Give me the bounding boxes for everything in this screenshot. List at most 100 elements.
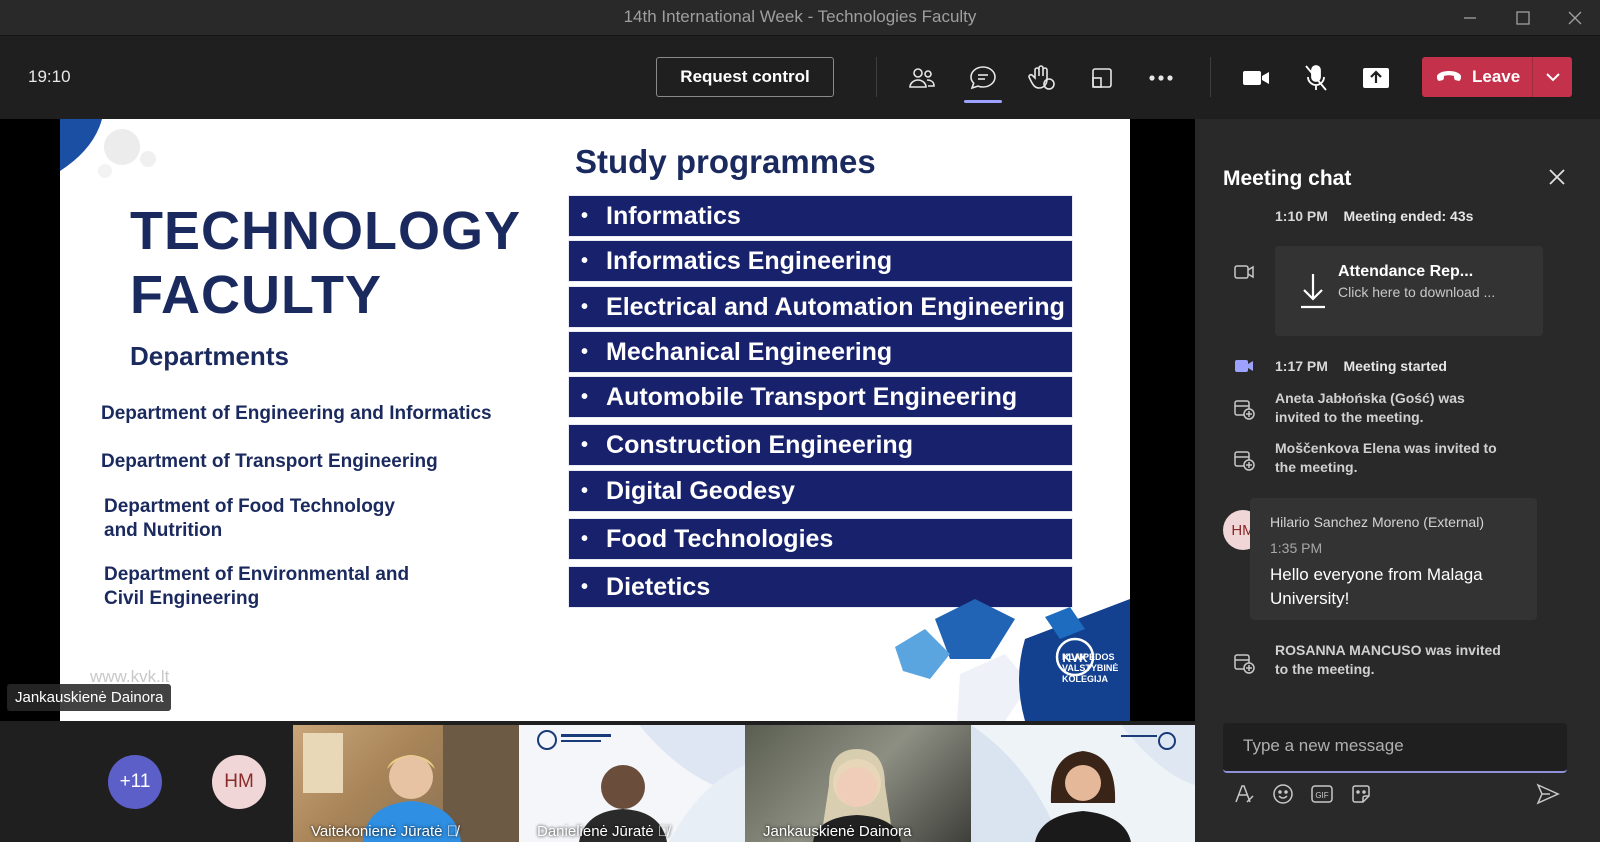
compose-box[interactable] [1223,723,1567,773]
chat-icon[interactable] [964,59,1002,97]
format-icon[interactable] [1231,781,1257,807]
participants-icon[interactable] [903,59,941,97]
participant-name: Vaitekonienė Jūratė 🎙̸ [311,823,458,840]
event-time: 1:10 PM [1275,208,1328,223]
gif-icon[interactable]: GIF [1309,781,1335,807]
event-text: Meeting started [1343,358,1447,374]
more-participants-button[interactable]: +11 [108,755,162,809]
camera-icon[interactable] [1237,59,1275,97]
bullet: • [581,575,589,598]
active-tab-indicator [964,100,1002,103]
participant-name: Danielienė Jūratė 🎙̸ [537,823,669,840]
minimize-icon[interactable] [1450,4,1490,32]
department-item: Department of Engineering and Informatic… [101,403,492,424]
window-title: 14th International Week - Technologies F… [623,7,977,26]
toolbar-divider [1210,57,1211,97]
invite-event: ROSANNA MANCUSO was invited to the meeti… [1275,642,1501,677]
attendance-title: Attendance Rep... [1338,263,1474,280]
logo-text-line: VALSTYBINĖ [1062,663,1119,673]
close-icon[interactable] [1555,4,1595,32]
programmes-heading: Study programmes [575,143,876,180]
departments-heading: Departments [130,341,289,371]
meeting-timer: 19:10 [28,67,71,86]
maximize-icon[interactable] [1503,4,1543,32]
mic-off-icon[interactable] [1297,59,1335,97]
leave-label: Leave [1472,67,1521,86]
share-icon[interactable] [1357,59,1395,97]
meeting-started-icon [1233,355,1255,377]
emoji-icon[interactable] [1270,781,1296,807]
title-bar: 14th International Week - Technologies F… [0,0,1600,36]
meeting-chat-panel: Meeting chat 1:10 PM Meeting ended: 43s … [1195,119,1600,842]
bullet: • [581,385,589,408]
invite-event: Moščenkova Elena was invited to the meet… [1275,440,1497,475]
participant-name: Jankauskienė Dainora [763,823,912,840]
participant-name-text: Vaitekonienė Jūratė [311,823,443,840]
bullet: • [581,295,589,318]
college-logo-text: KLAIPĖDOS VALSTYBINĖ KOLEGIJA [1062,652,1118,685]
leave-main[interactable]: Leave [1422,57,1532,97]
bullet: • [581,479,589,502]
programme-label: Construction Engineering [606,430,913,459]
logo-text-line: KLAIPĖDOS [1062,652,1115,662]
programme-label: Mechanical Engineering [606,337,893,366]
department-item: Department of Food Technology and Nutrit… [104,496,395,541]
reactions-icon[interactable] [1023,59,1061,97]
chat-title: Meeting chat [1223,167,1352,190]
leave-button[interactable]: Leave [1422,57,1572,97]
avatar[interactable]: HM [212,755,266,809]
message-text: Hello everyone from Malaga University! [1270,565,1483,608]
meeting-toolbar: 19:10 Request control Leave [0,37,1600,119]
toolbar-divider [876,57,877,97]
slide-title: TECHNOLOGY FACULTY [130,199,521,327]
chevron-down-icon[interactable] [1533,72,1572,82]
close-chat-icon[interactable] [1545,165,1569,189]
logo-text-line: KOLEGIJA [1062,674,1109,684]
programme-item: • Informatics Engineering [568,240,1073,282]
message-input[interactable] [1243,736,1543,756]
download-icon [1301,274,1325,309]
phone-icon [1437,71,1461,81]
programme-item: • Informatics [568,195,1073,237]
slide-title-line1: TECHNOLOGY [130,201,522,261]
department-item: Department of Transport Engineering [101,451,438,472]
participant-strip: +11 HM Vaitekonienė Jūratė 🎙̸ Danielienė… [0,721,1195,842]
sticker-icon[interactable] [1348,781,1374,807]
invite-icon [1233,398,1255,420]
programme-item: • Electrical and Automation Engineering [568,286,1073,328]
meeting-recap-icon [1233,261,1255,283]
presentation-slide: TECHNOLOGY FACULTY Departments Departmen… [60,119,1130,721]
bullet: • [581,340,589,363]
svg-text:GIF: GIF [1315,791,1328,800]
video-tile[interactable]: Danielienė Jūratė 🎙̸ [519,725,745,842]
video-tile[interactable] [971,725,1195,842]
participant-name-text: Danielienė Jūratė [537,823,654,840]
chat-event: 1:10 PM Meeting ended: 43s [1275,207,1473,223]
video-tile[interactable]: Jankauskienė Dainora [745,725,971,842]
event-text: Meeting ended: 43s [1343,208,1474,223]
slide-title-line2: FACULTY [130,265,382,325]
video-tile[interactable]: Vaitekonienė Jūratė 🎙̸ [293,725,519,842]
programme-item: • Automobile Transport Engineering [568,376,1073,418]
mic-off-icon: 🎙̸ [657,823,670,840]
message-sender: Hilario Sanchez Moreno (External) [1270,514,1484,530]
slide-decoration-top [60,119,156,178]
send-icon[interactable] [1535,781,1561,807]
request-control-button[interactable]: Request control [656,57,834,97]
programme-item: • Mechanical Engineering [568,331,1073,373]
bullet: • [581,527,589,550]
chat-message[interactable]: Hilario Sanchez Moreno (External) 1:35 P… [1250,498,1537,620]
invite-event: Aneta Jabłońska (Gość) was invited to th… [1275,390,1465,425]
invite-icon [1233,449,1255,471]
programme-label: Food Technologies [606,524,834,553]
invite-icon [1233,652,1255,674]
rooms-icon[interactable] [1083,59,1121,97]
programme-label: Electrical and Automation Engineering [606,292,1065,321]
attendance-report-card[interactable]: Attendance Rep... Click here to download… [1275,246,1543,336]
mic-off-icon: 🎙̸ [446,823,458,840]
programme-item: • Food Technologies [568,518,1073,560]
more-icon[interactable] [1142,59,1180,97]
presenter-name-tag: Jankauskienė Dainora [7,684,172,711]
event-time: 1:17 PM [1275,358,1328,374]
programme-item: • Digital Geodesy [568,470,1073,512]
